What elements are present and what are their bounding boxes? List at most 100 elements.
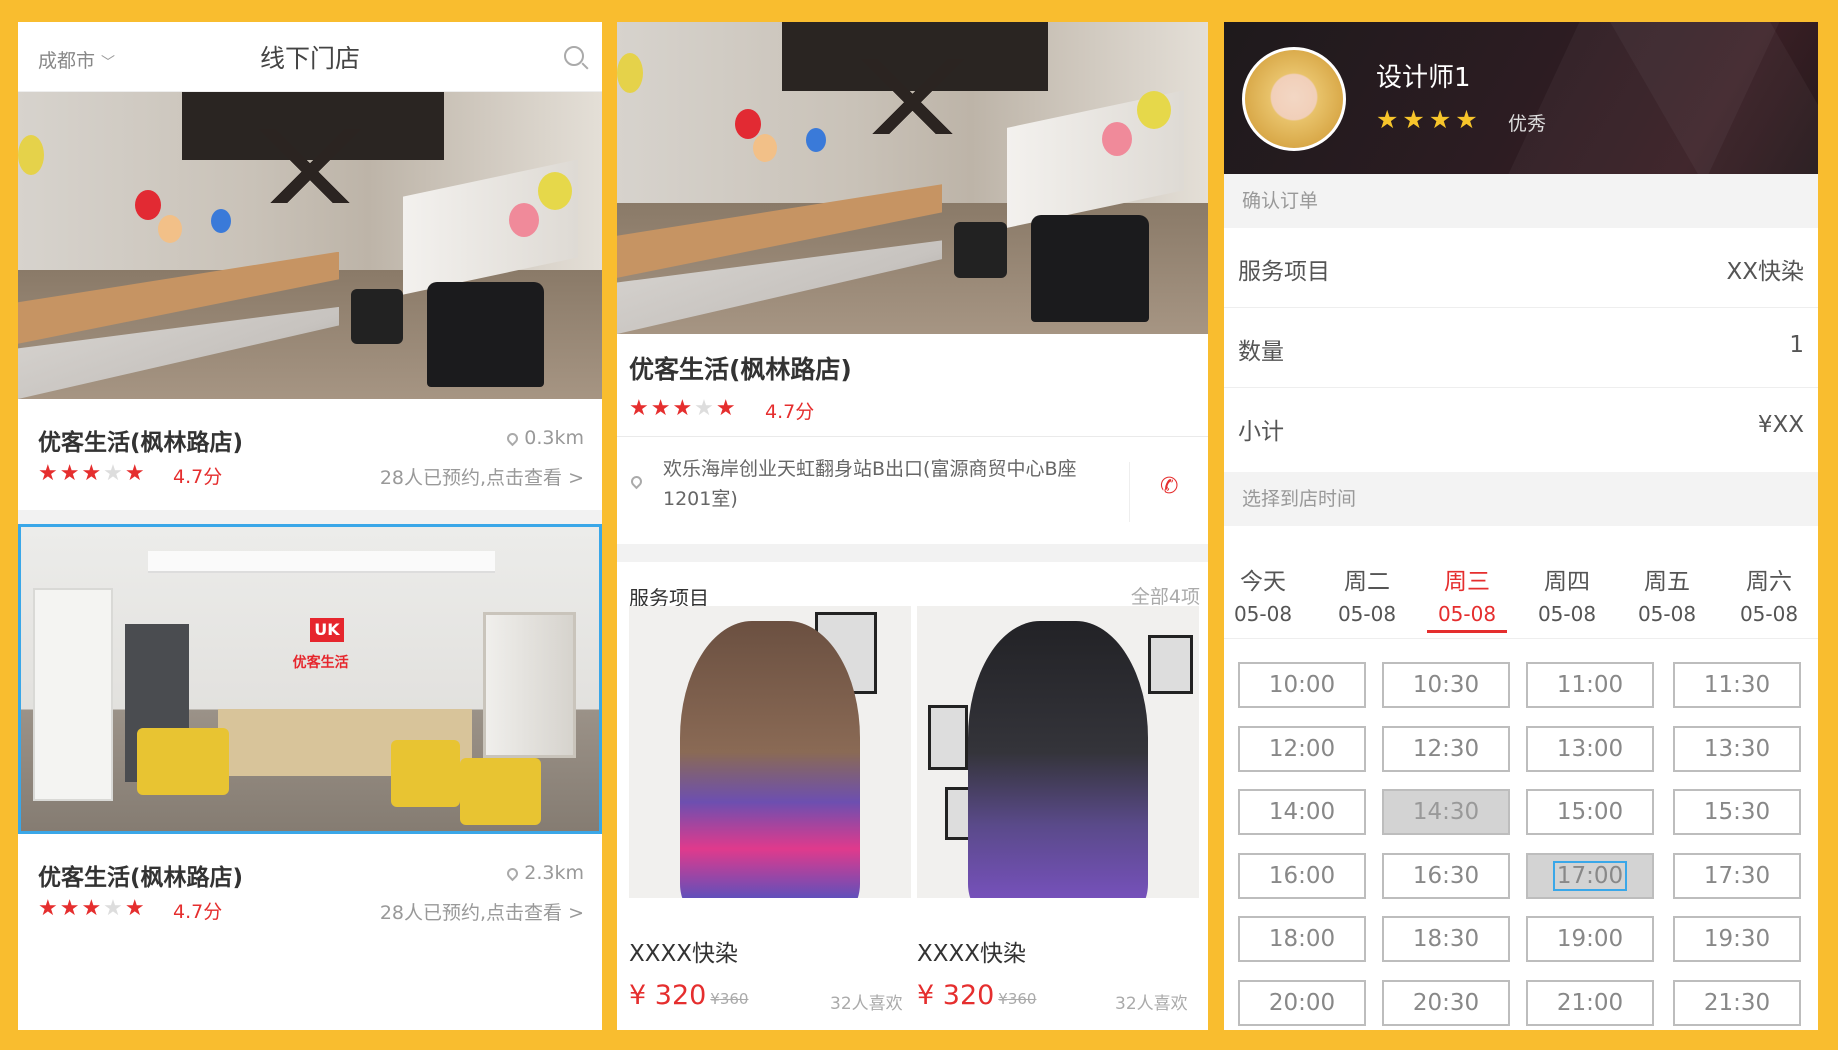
roof-graphic xyxy=(806,59,1019,135)
row-value: 1 xyxy=(1789,332,1804,358)
store-list-header: 成都市 ﹀ 线下门店 xyxy=(18,22,602,92)
store-score: 4.7分 xyxy=(173,901,223,923)
booked-link[interactable]: 28人已预约,点击查看 > xyxy=(380,463,584,490)
time-slot[interactable]: 10:00 xyxy=(1238,662,1366,708)
service-photo[interactable] xyxy=(629,606,911,898)
search-icon[interactable] xyxy=(564,46,584,66)
order-confirm-screen: 设计师1 ★★★★ 优秀 确认订单 服务项目 XX快染 数量 1 小计 ¥XX … xyxy=(1224,22,1818,1030)
balloon-graphic xyxy=(617,53,643,94)
day-name: 周六 xyxy=(1746,569,1792,595)
service-photo[interactable] xyxy=(917,606,1199,898)
balloon-graphic xyxy=(806,128,827,153)
time-slot[interactable]: 18:30 xyxy=(1382,916,1510,962)
time-slot[interactable]: 12:00 xyxy=(1238,725,1366,772)
store-score: 4.7分 xyxy=(765,401,815,423)
time-slot[interactable]: 12:30 xyxy=(1382,725,1510,772)
order-row-quantity[interactable]: 数量 1 xyxy=(1224,308,1818,388)
service-price: ¥ 320 ¥360 xyxy=(629,980,748,1011)
store-photo[interactable]: UK 优客生活 xyxy=(18,524,602,834)
location-pin-icon xyxy=(504,430,521,447)
store-card[interactable]: 优客生活(枫林路店) 0.3km ★★★★★ 4.7分 28人已预约,点击查看 … xyxy=(18,92,602,510)
time-slot-label: 17:30 xyxy=(1703,862,1771,889)
row-label: 数量 xyxy=(1238,339,1284,365)
time-slot[interactable]: 19:00 xyxy=(1526,916,1654,962)
store-score: 4.7分 xyxy=(173,466,223,488)
time-slot[interactable]: 15:00 xyxy=(1526,789,1654,835)
day-tab[interactable]: 今天 05-08 xyxy=(1224,562,1308,626)
booked-link[interactable]: 28人已预约,点击查看 > xyxy=(380,898,584,925)
chair-graphic xyxy=(1030,215,1149,322)
city-selector[interactable]: 成都市 ﹀ xyxy=(38,46,115,73)
time-slot[interactable]: 17:00 xyxy=(1526,852,1654,899)
time-slot[interactable]: 11:00 xyxy=(1526,662,1654,708)
day-tab[interactable]: 周三 05-08 xyxy=(1422,562,1512,626)
day-name: 周四 xyxy=(1544,569,1590,595)
time-slot[interactable]: 21:00 xyxy=(1526,979,1654,1026)
time-slot[interactable]: 21:30 xyxy=(1673,979,1801,1026)
day-name: 今天 xyxy=(1240,569,1286,595)
chair-graphic xyxy=(350,288,404,344)
time-slot-label: 10:00 xyxy=(1268,672,1336,698)
day-tab[interactable]: 周二 05-08 xyxy=(1322,562,1412,626)
balloon-graphic xyxy=(537,171,572,210)
time-slot[interactable]: 13:00 xyxy=(1526,725,1654,772)
salon-logo-text: 优客生活 xyxy=(292,654,349,671)
day-tab[interactable]: 周五 05-08 xyxy=(1622,562,1712,626)
phone-icon[interactable]: ✆ xyxy=(1160,476,1182,498)
service-likes: 32人喜欢 xyxy=(830,994,903,1014)
mirror-graphic xyxy=(483,612,576,759)
time-slot-label: 20:30 xyxy=(1412,989,1480,1016)
time-slot[interactable]: 15:30 xyxy=(1673,789,1801,835)
roof-graphic xyxy=(204,128,416,203)
store-address[interactable]: 欢乐海岸创业天虹翻身站B出口(富源商贸中心B座1201室) xyxy=(663,454,1123,514)
day-tab[interactable]: 周六 05-08 xyxy=(1724,562,1814,626)
day-name: 周二 xyxy=(1344,569,1390,595)
time-slot-label: 17:00 xyxy=(1552,860,1628,891)
balloon-graphic xyxy=(752,134,777,163)
price-value: ¥ 320 xyxy=(629,980,707,1011)
time-slot[interactable]: 18:00 xyxy=(1238,916,1366,962)
store-photo xyxy=(617,22,1208,334)
row-value: ¥XX xyxy=(1757,412,1804,438)
time-slot-label: 13:30 xyxy=(1703,735,1771,762)
time-slot-label: 13:00 xyxy=(1556,735,1624,762)
time-slot[interactable]: 19:30 xyxy=(1673,916,1801,962)
original-price: ¥360 xyxy=(710,990,749,1008)
divider xyxy=(617,544,1208,562)
time-slot[interactable]: 16:30 xyxy=(1382,852,1510,899)
day-date: 05-08 xyxy=(1739,602,1799,626)
chair-graphic xyxy=(426,282,544,387)
store-photo[interactable] xyxy=(18,92,602,399)
day-date: 05-08 xyxy=(1233,602,1293,626)
designer-name: 设计师1 xyxy=(1376,63,1471,93)
day-tab[interactable]: 周四 05-08 xyxy=(1522,562,1612,626)
time-slot[interactable]: 16:00 xyxy=(1238,852,1366,899)
time-slot-label: 15:00 xyxy=(1556,799,1624,825)
divider xyxy=(617,436,1208,437)
star-rating: ★★★★ xyxy=(1376,105,1482,134)
balloon-graphic xyxy=(134,190,161,221)
store-name: 优客生活(枫林路店) xyxy=(629,355,852,384)
time-slot[interactable]: 11:30 xyxy=(1673,662,1801,708)
time-slot[interactable]: 10:30 xyxy=(1382,662,1510,708)
time-slot[interactable]: 14:00 xyxy=(1238,789,1366,835)
balloon-graphic xyxy=(158,214,183,243)
star-rating: ★★★★★ xyxy=(629,396,738,421)
services-all-link[interactable]: 全部4项 xyxy=(1131,582,1200,609)
time-slot[interactable]: 13:30 xyxy=(1673,725,1801,772)
divider xyxy=(1224,638,1818,639)
divider xyxy=(18,510,602,524)
city-label: 成都市 xyxy=(38,50,96,72)
order-row-service: 服务项目 XX快染 xyxy=(1224,228,1818,308)
time-slot-label: 19:30 xyxy=(1703,926,1771,952)
rating-word: 优秀 xyxy=(1508,113,1547,135)
day-name: 周三 xyxy=(1444,569,1490,595)
store-distance: 2.3km xyxy=(504,862,584,884)
time-slot[interactable]: 20:30 xyxy=(1382,979,1510,1026)
star-rating: ★★★★★ xyxy=(38,896,147,921)
star-rating: ★★★★★ xyxy=(38,461,147,486)
time-slot[interactable]: 17:30 xyxy=(1673,852,1801,899)
store-card[interactable]: UK 优客生活 优客生活(枫林路店) 2.3km ★★★★★ 4.7分 28人已… xyxy=(18,524,602,945)
balloon-graphic xyxy=(508,202,539,237)
time-slot[interactable]: 20:00 xyxy=(1238,979,1366,1026)
